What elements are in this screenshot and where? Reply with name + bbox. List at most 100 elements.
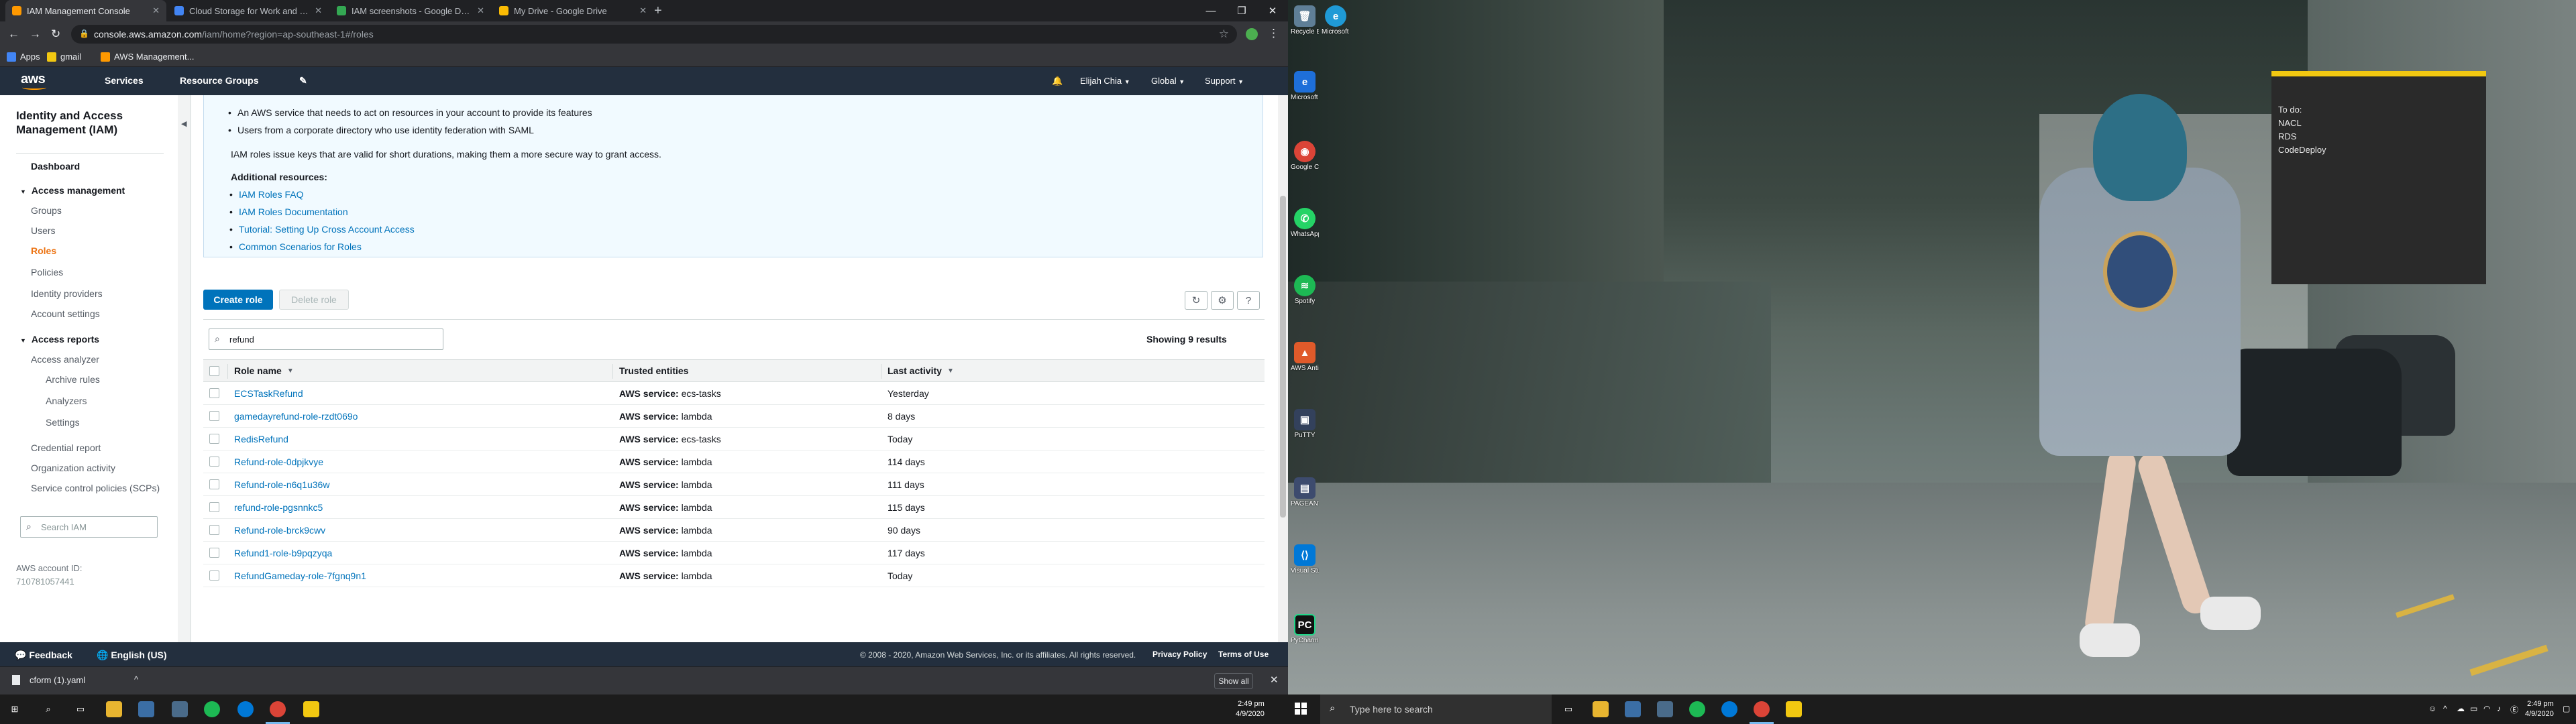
column-role-name[interactable]: Role name ▼ bbox=[234, 360, 294, 381]
checkbox[interactable] bbox=[209, 479, 219, 489]
download-item[interactable]: cform (1).yaml bbox=[12, 675, 85, 685]
role-name-link[interactable]: Refund1-role-b9pqzyqa bbox=[234, 542, 332, 564]
table-row[interactable]: Refund-role-0dpjkvye AWS service: lambda 1… bbox=[203, 450, 1265, 473]
row-checkbox[interactable] bbox=[209, 473, 219, 495]
tab-iam-console[interactable]: IAM Management Console ✕ bbox=[5, 0, 166, 21]
row-checkbox[interactable] bbox=[209, 542, 219, 564]
tray-chevron-up-icon[interactable]: ^ bbox=[2443, 704, 2447, 713]
chrome-icon[interactable] bbox=[266, 701, 290, 724]
link-common-scenarios[interactable]: Common Scenarios for Roles bbox=[229, 241, 362, 252]
sidebar-item-roles[interactable]: Roles bbox=[31, 245, 56, 256]
vertical-scrollbar[interactable] bbox=[1278, 95, 1288, 642]
help-icon[interactable]: ? bbox=[1237, 291, 1260, 310]
spotify-icon[interactable] bbox=[204, 701, 220, 717]
row-checkbox[interactable] bbox=[209, 564, 219, 587]
delete-role-button[interactable]: Delete role bbox=[279, 290, 349, 310]
windows-start-icon[interactable] bbox=[1295, 703, 1307, 715]
file-explorer-icon[interactable] bbox=[106, 701, 122, 717]
chrome-icon[interactable] bbox=[1750, 701, 1774, 724]
role-name-link[interactable]: ECSTaskRefund bbox=[234, 382, 303, 404]
checkbox[interactable] bbox=[209, 434, 219, 444]
link-roles-faq[interactable]: IAM Roles FAQ bbox=[229, 189, 304, 200]
browser-menu-icon[interactable]: ⋮ bbox=[1268, 27, 1279, 40]
desktop-icon-edge-new[interactable]: eMicrosoft Edge bbox=[1322, 5, 1350, 36]
sticky-note[interactable]: To do: NACL RDS CodeDeploy bbox=[2271, 71, 2486, 284]
checkbox[interactable] bbox=[209, 457, 219, 467]
aws-logo[interactable]: aws bbox=[19, 70, 52, 92]
desktop-icon-recycle-bin[interactable]: 🗑Recycle Bin bbox=[1291, 5, 1319, 36]
checkbox[interactable] bbox=[209, 388, 219, 398]
role-name-link[interactable]: refund-role-pgsnnkc5 bbox=[234, 496, 323, 518]
maximize-icon[interactable]: ❐ bbox=[1226, 0, 1257, 21]
desktop-icon-edge[interactable]: eMicrosoft Edge bbox=[1291, 71, 1319, 101]
region-menu[interactable]: Global ▼ bbox=[1151, 76, 1185, 86]
bookmark-apps[interactable]: Apps bbox=[7, 52, 40, 62]
iam-search-input[interactable]: ⌕ Search IAM bbox=[20, 516, 158, 538]
refresh-icon[interactable]: ↻ bbox=[1185, 291, 1208, 310]
new-tab-button[interactable]: + bbox=[654, 3, 662, 19]
tray-language-icon[interactable]: Ⓔ bbox=[2510, 704, 2518, 715]
chevron-up-icon[interactable]: ^ bbox=[134, 674, 138, 684]
language-selector[interactable]: 🌐 English (US) bbox=[97, 650, 167, 661]
table-row[interactable]: ECSTaskRefund AWS service: ecs-tasks Yeste… bbox=[203, 382, 1265, 405]
task-view-icon[interactable]: ▭ bbox=[1560, 701, 1576, 717]
tray-volume-icon[interactable]: ♪ bbox=[2497, 704, 2501, 713]
forward-icon[interactable]: → bbox=[30, 27, 41, 41]
row-checkbox[interactable] bbox=[209, 519, 219, 541]
table-row[interactable]: refund-role-pgsnnkc5 AWS service: lambda 1… bbox=[203, 496, 1265, 519]
desktop-icon-spotify[interactable]: ≋ Spotify bbox=[1291, 275, 1319, 305]
windows-start-icon[interactable]: ⊞ bbox=[7, 701, 23, 717]
pin-icon[interactable]: ✎ bbox=[299, 75, 307, 86]
table-row[interactable]: Refund1-role-b9pqzyqa AWS service: lambda… bbox=[203, 542, 1265, 564]
sticky-notes-icon[interactable] bbox=[303, 701, 319, 717]
bookmark-gmail[interactable]: gmail bbox=[47, 52, 81, 62]
task-view-icon[interactable]: ▭ bbox=[72, 701, 89, 717]
services-menu[interactable]: Services ▼ bbox=[105, 75, 1224, 551]
tab-my-drive[interactable]: My Drive - Google Drive ✕ bbox=[492, 0, 653, 21]
sidebar-item-groups[interactable]: Groups bbox=[31, 205, 62, 216]
edge-icon[interactable] bbox=[237, 701, 254, 717]
sidebar-item-identity-providers[interactable]: Identity providers bbox=[31, 288, 103, 299]
sidebar-item-archive-rules[interactable]: Archive rules bbox=[46, 374, 100, 385]
edge-icon[interactable] bbox=[1721, 701, 1737, 717]
sidebar-item-dashboard[interactable]: Dashboard bbox=[31, 161, 80, 172]
sidebar-section-access-management[interactable]: ▼ Access management bbox=[20, 185, 125, 196]
file-explorer-icon[interactable] bbox=[1593, 701, 1609, 717]
app-icon[interactable] bbox=[1657, 701, 1673, 717]
role-name-link[interactable]: RedisRefund bbox=[234, 428, 288, 450]
sidebar-title[interactable]: Identity and Access Management (IAM) bbox=[16, 109, 164, 137]
tray-cloud-icon[interactable]: ☁ bbox=[2457, 704, 2465, 713]
tab-iam-screenshots[interactable]: IAM screenshots - Google Drive ✕ bbox=[330, 0, 491, 21]
bell-icon[interactable]: 🔔 bbox=[1052, 76, 1063, 86]
sidebar-item-users[interactable]: Users bbox=[31, 225, 56, 236]
show-all-button[interactable]: Show all bbox=[1214, 673, 1253, 689]
tray-people-icon[interactable]: ☺ bbox=[2428, 704, 2436, 713]
extension-icon[interactable] bbox=[1246, 28, 1258, 40]
sidebar-item-analyzers[interactable]: Analyzers bbox=[46, 396, 87, 406]
sidebar-section-access-reports[interactable]: ▼ Access reports bbox=[20, 334, 99, 345]
create-role-button[interactable]: Create role bbox=[203, 290, 273, 310]
resource-groups-menu[interactable]: Resource Groups ▼ bbox=[180, 75, 1288, 551]
close-tab-icon[interactable]: ✕ bbox=[477, 5, 484, 16]
app-icon[interactable] bbox=[172, 701, 188, 717]
gear-icon[interactable]: ⚙ bbox=[1211, 291, 1234, 310]
role-name-link[interactable]: Refund-role-0dpjkvye bbox=[234, 450, 323, 473]
back-icon[interactable]: ← bbox=[8, 27, 19, 41]
row-checkbox[interactable] bbox=[209, 405, 219, 427]
close-tab-icon[interactable]: ✕ bbox=[315, 5, 322, 16]
link-cross-account-tutorial[interactable]: Tutorial: Setting Up Cross Account Acces… bbox=[229, 224, 415, 235]
tray-wifi-icon[interactable]: ◠ bbox=[2483, 704, 2490, 713]
bookmark-star-icon[interactable]: ☆ bbox=[1219, 27, 1229, 41]
privacy-link[interactable]: Privacy Policy bbox=[1152, 650, 1207, 659]
table-row[interactable]: Refund-role-n6q1u36w AWS service: lambda 1… bbox=[203, 473, 1265, 496]
feedback-link[interactable]: 💬 Feedback bbox=[15, 650, 72, 661]
checkbox[interactable] bbox=[209, 411, 219, 421]
account-menu[interactable]: Elijah Chia ▼ bbox=[1080, 76, 1130, 86]
close-window-icon[interactable]: ✕ bbox=[1257, 0, 1288, 21]
desktop-icon-putty[interactable]: ▣ PuTTY bbox=[1291, 409, 1319, 439]
row-checkbox[interactable] bbox=[209, 382, 219, 404]
app-icon[interactable] bbox=[1625, 701, 1641, 717]
sidebar-collapse-strip[interactable]: ◀ bbox=[178, 95, 191, 642]
sidebar-item-access-analyzer[interactable]: Access analyzer bbox=[31, 354, 99, 365]
table-row[interactable]: gamedayrefund-role-rzdt069o AWS service: … bbox=[203, 405, 1265, 428]
